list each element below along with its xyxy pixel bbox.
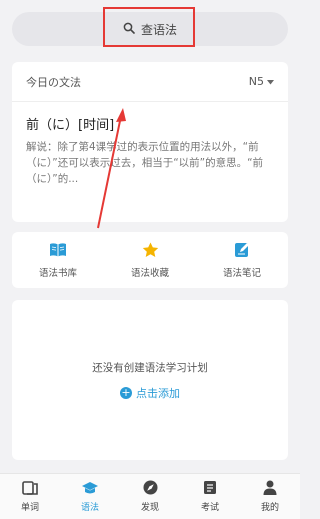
person-icon (263, 480, 277, 498)
grammar-title: 前（に）[时间] (26, 118, 115, 133)
grammar-tools-card: 语法书库 语法收藏 语法笔记 (12, 232, 288, 288)
add-plan-button[interactable]: + 点击添加 (120, 385, 180, 401)
grammar-card-header: 今日の文法 N5 (12, 62, 288, 102)
bottom-tab-bar: 单词 语法 发现 考试 我的 (0, 473, 300, 519)
tool-grammar-library[interactable]: 语法书库 (12, 242, 104, 279)
tab-label: 发现 (140, 503, 159, 513)
tab-label: 单词 (20, 502, 39, 513)
tab-discover[interactable]: 发现 (120, 474, 180, 519)
tool-grammar-notes[interactable]: 语法笔记 (196, 241, 288, 279)
tool-grammar-favorites[interactable]: 语法收藏 (104, 242, 196, 279)
grammar-card-heading: 今日の文法 (26, 75, 81, 89)
exam-icon (203, 480, 217, 498)
compass-icon (143, 480, 158, 498)
search-area: 查语法 (12, 7, 288, 47)
tab-words[interactable]: 单词 (0, 474, 60, 519)
level-selector[interactable]: N5 (249, 75, 274, 88)
tool-label: 语法笔记 (222, 268, 261, 279)
book-icon (49, 242, 67, 261)
tab-label: 语法 (80, 502, 99, 513)
graduation-cap-icon (81, 481, 99, 498)
plan-empty-text: 还没有创建语法学习计划 (92, 361, 208, 374)
tool-label: 语法收藏 (130, 267, 169, 279)
level-label: N5 (248, 75, 264, 88)
note-icon (234, 241, 250, 261)
study-plan-card: 还没有创建语法学习计划 + 点击添加 (12, 300, 288, 460)
plus-circle-icon: + (120, 385, 132, 399)
search-bar[interactable]: 查语法 (12, 12, 288, 46)
tool-label: 语法书库 (38, 267, 77, 279)
grammar-of-day-card[interactable]: 今日の文法 N5 前（に）[时间] 解说：除了第4课学过的表示位置的用法以外，“… (12, 62, 288, 222)
tab-label: 我的 (260, 503, 279, 513)
search-placeholder: 查语法 (140, 22, 177, 37)
add-plan-label: 点击添加 (136, 386, 180, 400)
star-icon (142, 242, 159, 261)
tab-me[interactable]: 我的 (240, 474, 300, 519)
grammar-description: 解说：除了第4课学过的表示位置的用法以外，“前（に）”还可以表示过去，相当于“以… (26, 141, 264, 185)
caret-down-icon (267, 75, 274, 88)
flashcard-icon (22, 480, 38, 498)
search-icon (123, 22, 135, 37)
tab-label: 考试 (200, 503, 219, 513)
tab-exam[interactable]: 考试 (180, 474, 240, 519)
tab-grammar[interactable]: 语法 (60, 474, 120, 519)
